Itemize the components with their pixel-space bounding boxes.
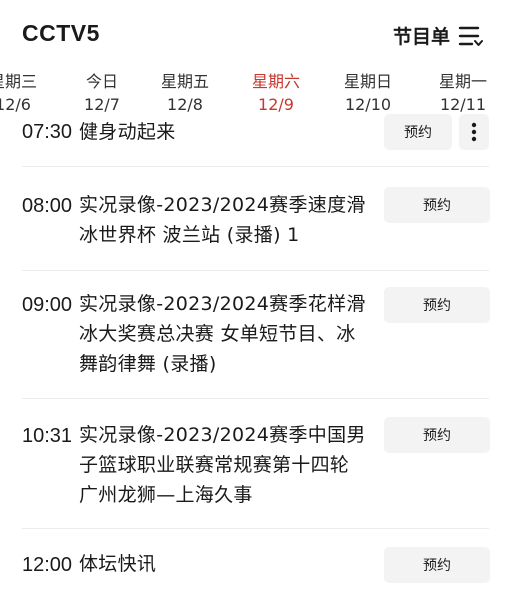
vertical-dots-icon <box>471 122 477 142</box>
program-title-line: 体坛快讯 <box>79 553 157 575</box>
program-time: 10:31 <box>22 425 73 447</box>
day-tab-name: 星期六 <box>251 72 300 91</box>
program-title-line: 舞韵律舞 (录播) <box>79 353 217 375</box>
schedule-label: 节目单 <box>393 26 451 48</box>
reserve-button[interactable]: 预约 <box>384 547 490 583</box>
program-title-line: 实况录像-2023/2024赛季花样滑 <box>79 293 366 315</box>
program-title: 实况录像-2023/2024赛季速度滑 冰世界杯 波兰站 (录播) 1 <box>79 190 379 250</box>
program-title-line: 冰世界杯 波兰站 (录播) 1 <box>79 224 300 246</box>
row-divider <box>22 166 489 167</box>
schedule-button[interactable]: 节目单 <box>393 22 484 49</box>
channel-title: CCTV5 <box>22 20 100 46</box>
day-tab-name: 星期三 <box>0 72 37 91</box>
program-title-line: 实况录像-2023/2024赛季中国男 <box>79 424 366 446</box>
program-time: 07:30 <box>22 121 73 143</box>
program-title-line: 实况录像-2023/2024赛季速度滑 <box>79 194 366 216</box>
day-tabs: 星期三 12/6 今日 12/7 星期五 12/8 星期六 12/9 星期日 1… <box>0 70 511 124</box>
program-time: 12:00 <box>22 554 73 576</box>
day-tab-date: 12/6 <box>0 95 31 114</box>
day-tab[interactable]: 星期五 12/8 <box>140 70 230 116</box>
day-tab-date: 12/8 <box>167 95 203 114</box>
program-title-line: 广州龙狮—上海久事 <box>79 484 253 506</box>
day-tab[interactable]: 星期日 12/10 <box>323 70 413 116</box>
day-tab[interactable]: 星期三 12/6 <box>0 70 58 116</box>
day-tab-date: 12/7 <box>84 95 120 114</box>
day-tab-name: 今日 <box>85 72 118 91</box>
reserve-button[interactable]: 预约 <box>384 287 490 323</box>
day-tab-name: 星期五 <box>160 72 209 91</box>
program-title: 实况录像-2023/2024赛季中国男 子篮球职业联赛常规赛第十四轮 广州龙狮—… <box>79 420 379 510</box>
day-tab-name: 星期一 <box>438 72 487 91</box>
day-tab-name: 星期日 <box>343 72 392 91</box>
reserve-button[interactable]: 预约 <box>384 417 490 453</box>
reserve-button[interactable]: 预约 <box>384 187 490 223</box>
program-title: 实况录像-2023/2024赛季花样滑 冰大奖赛总决赛 女单短节目、冰 舞韵律舞… <box>79 289 379 379</box>
program-title-line: 子篮球职业联赛常规赛第十四轮 <box>79 454 350 476</box>
row-divider <box>22 528 489 529</box>
program-title-line: 冰大奖赛总决赛 女单短节目、冰 <box>79 323 356 345</box>
row-divider <box>22 270 489 271</box>
day-tab-date: 12/9 <box>258 95 294 114</box>
day-tab[interactable]: 今日 12/7 <box>57 70 147 116</box>
day-tab-selected[interactable]: 星期六 12/9 <box>231 70 321 116</box>
program-time: 09:00 <box>22 294 73 316</box>
row-divider <box>22 398 489 399</box>
day-tab-date: 12/11 <box>439 95 487 114</box>
program-title: 体坛快讯 <box>79 549 379 579</box>
app-header: CCTV5 节目单 <box>0 0 511 66</box>
day-tab-date: 12/10 <box>344 95 392 114</box>
program-time: 08:00 <box>22 195 73 217</box>
day-tab[interactable]: 星期一 12/11 <box>418 70 508 116</box>
list-menu-icon <box>458 26 484 46</box>
